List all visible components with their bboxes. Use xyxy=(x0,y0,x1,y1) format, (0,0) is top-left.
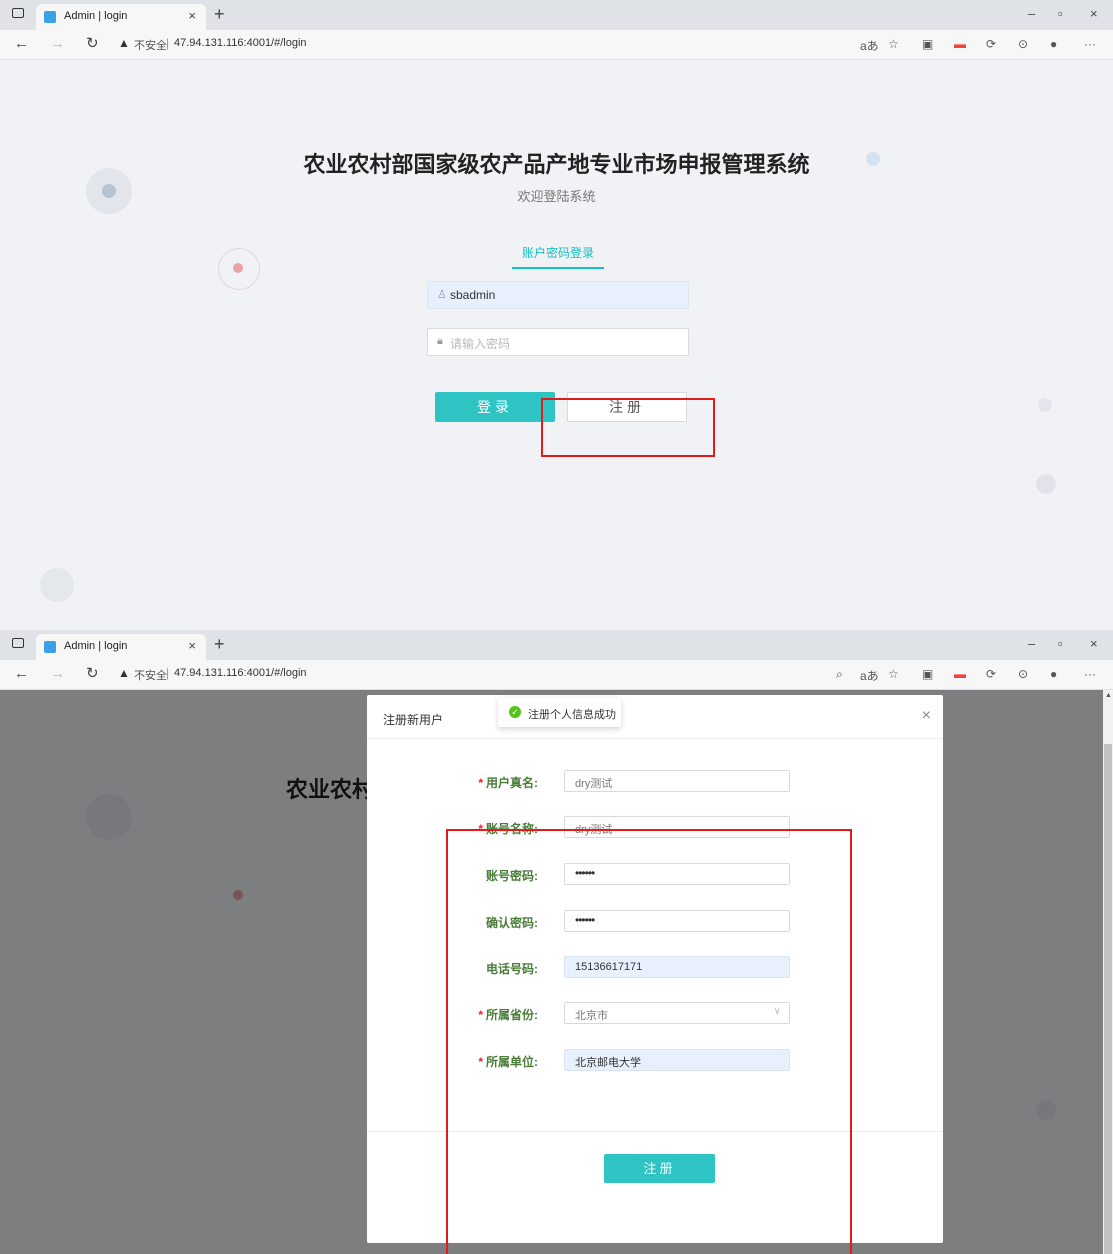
reload-icon[interactable]: ↻ xyxy=(86,666,99,682)
dialog-title: 注册新用户 xyxy=(383,713,444,727)
close-icon[interactable]: × xyxy=(922,707,931,725)
login-page: 农业农村部国家级农产品产地专业市场申报管理系统 欢迎登陆系统 账户密码登录 ♙ … xyxy=(0,60,1113,630)
decor-dot xyxy=(1036,474,1056,494)
profile-icon[interactable]: ● xyxy=(1050,667,1057,681)
browser-tab-bar: Admin | login × + – ▫ × xyxy=(0,0,1113,30)
extension2-icon[interactable]: ▬ xyxy=(954,37,966,51)
url-field[interactable]: ▲ 不安全 | 47.94.131.116:4001/#/login xyxy=(112,664,812,684)
maximize-icon[interactable]: ▫ xyxy=(1058,636,1063,651)
check-circle-icon: ✓ xyxy=(509,706,521,718)
collections-icon[interactable]: ⟳ xyxy=(986,667,996,681)
tab-active-indicator xyxy=(512,267,604,269)
extension2-icon[interactable]: ▬ xyxy=(954,667,966,681)
success-toast: ✓ 注册个人信息成功 xyxy=(498,698,621,727)
browser-tab[interactable]: Admin | login × xyxy=(36,634,206,660)
screenshot-register: Admin | login × + – ▫ × ← → ↻ ▲ 不安全 | 47… xyxy=(0,630,1113,1254)
divider xyxy=(367,738,943,739)
url-separator: | xyxy=(166,36,170,50)
new-tab-icon[interactable]: + xyxy=(214,4,225,24)
toast-message: 注册个人信息成功 xyxy=(528,709,616,721)
collections-icon[interactable]: ⟳ xyxy=(986,37,996,51)
history-icon[interactable]: ⊙ xyxy=(1018,37,1028,51)
page-favicon-icon xyxy=(44,11,56,23)
address-bar: ← → ↻ ▲ 不安全 | 47.94.131.116:4001/#/login… xyxy=(0,30,1113,60)
username-value: sbadmin xyxy=(450,288,496,302)
username-input[interactable]: ♙ sbadmin xyxy=(427,281,689,309)
register-page: 农业农村 ▲ 注册新用户 × * 用户真名: dry测试 * 账号名称: dry测试… xyxy=(0,690,1113,1254)
url-text: 47.94.131.116:4001/#/login xyxy=(174,37,307,49)
page-favicon-icon xyxy=(44,641,56,653)
favorite-icon[interactable]: ☆ xyxy=(888,667,899,681)
screenshot-login: Admin | login × + – ▫ × ← → ↻ ▲ 不安全 | 47… xyxy=(0,0,1113,630)
extension-icon[interactable]: ▣ xyxy=(922,667,933,681)
read-aloud-icon[interactable]: aあ xyxy=(860,667,879,684)
sidebar-toggle-icon[interactable] xyxy=(12,638,24,648)
password-placeholder: 请输入密码 xyxy=(450,337,511,351)
forward-icon[interactable]: → xyxy=(50,666,65,682)
url-separator: | xyxy=(166,666,170,680)
warning-icon: ▲ xyxy=(118,666,130,680)
page-title: 农业农村部国家级农产品产地专业市场申报管理系统 xyxy=(303,152,810,177)
sidebar-toggle-icon[interactable] xyxy=(12,8,24,18)
more-icon[interactable]: ··· xyxy=(1084,667,1096,681)
tab-account-login[interactable]: 账户密码登录 xyxy=(512,244,604,261)
close-icon[interactable]: × xyxy=(188,638,196,653)
history-icon[interactable]: ⊙ xyxy=(1018,667,1028,681)
browser-tab-bar: Admin | login × + – ▫ × xyxy=(0,630,1113,660)
profile-icon[interactable]: ● xyxy=(1050,37,1057,51)
new-tab-icon[interactable]: + xyxy=(214,634,225,654)
maximize-icon[interactable]: ▫ xyxy=(1058,6,1063,21)
tab-title: Admin | login xyxy=(64,10,128,22)
read-aloud-icon[interactable]: aあ xyxy=(860,37,879,54)
extension-icon[interactable]: ▣ xyxy=(922,37,933,51)
scroll-up-icon[interactable]: ▲ xyxy=(1105,692,1112,699)
minimize-icon[interactable]: – xyxy=(1028,6,1035,21)
tab-title: Admin | login xyxy=(64,640,128,652)
url-text: 47.94.131.116:4001/#/login xyxy=(174,667,307,679)
back-icon[interactable]: ← xyxy=(14,36,29,52)
insecure-label: 不安全 xyxy=(134,40,167,52)
browser-tab[interactable]: Admin | login × xyxy=(36,4,206,30)
close-icon[interactable]: × xyxy=(188,8,196,23)
forward-icon[interactable]: → xyxy=(50,36,65,52)
field-label: * 用户真名: xyxy=(478,776,538,790)
scrollbar[interactable]: ▲ xyxy=(1103,690,1113,1254)
decor-circle xyxy=(40,568,74,602)
more-icon[interactable]: ··· xyxy=(1084,37,1096,51)
search-icon[interactable]: ⌕ xyxy=(836,667,843,682)
page-subtitle: 欢迎登陆系统 xyxy=(517,189,596,204)
decor-dot xyxy=(233,263,243,273)
lock-icon: 🔒︎ xyxy=(437,335,443,347)
annotation-highlight xyxy=(541,398,715,457)
back-icon[interactable]: ← xyxy=(14,666,29,682)
decor-dot xyxy=(1038,398,1052,412)
password-input[interactable]: 🔒︎ 请输入密码 xyxy=(427,328,689,356)
scrollbar-thumb[interactable] xyxy=(1104,744,1112,1254)
close-window-icon[interactable]: × xyxy=(1090,6,1098,21)
url-field[interactable]: ▲ 不安全 | 47.94.131.116:4001/#/login xyxy=(112,34,812,54)
annotation-highlight xyxy=(446,829,852,1254)
real-name-input[interactable]: dry测试 xyxy=(564,770,790,792)
warning-icon: ▲ xyxy=(118,36,130,50)
favorite-icon[interactable]: ☆ xyxy=(888,37,899,51)
address-bar: ← → ↻ ▲ 不安全 | 47.94.131.116:4001/#/login… xyxy=(0,660,1113,690)
login-button[interactable]: 登录 xyxy=(435,392,555,422)
reload-icon[interactable]: ↻ xyxy=(86,36,99,52)
minimize-icon[interactable]: – xyxy=(1028,636,1035,651)
close-window-icon[interactable]: × xyxy=(1090,636,1098,651)
insecure-label: 不安全 xyxy=(134,670,167,682)
form-row-real-name: * 用户真名: dry测试 xyxy=(367,770,943,792)
user-icon: ♙ xyxy=(437,289,447,301)
